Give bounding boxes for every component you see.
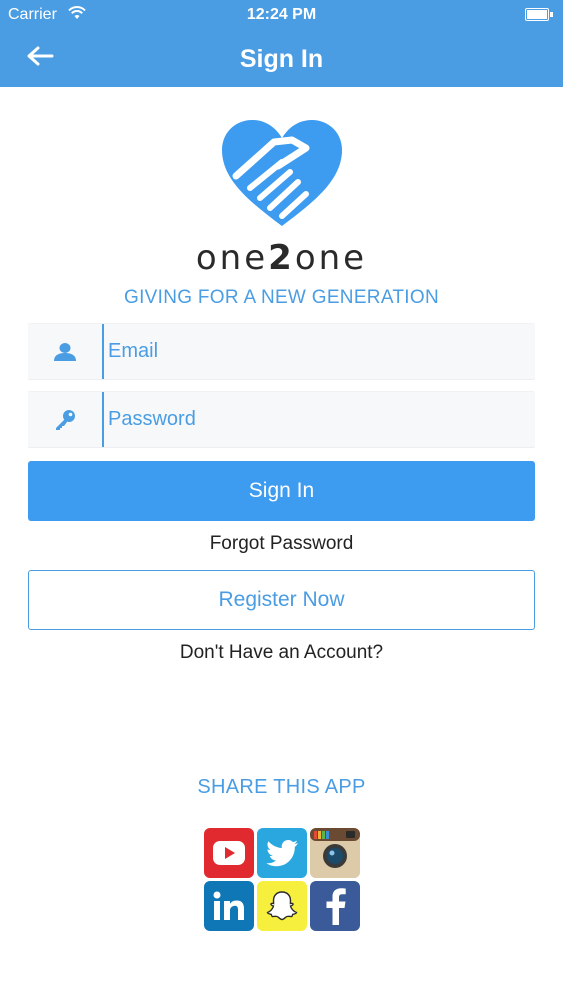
brand-name: one2one xyxy=(0,238,563,278)
password-input[interactable] xyxy=(108,392,528,447)
email-field-container xyxy=(28,324,535,379)
no-account-text: Don't Have an Account? xyxy=(179,642,384,663)
password-field-container xyxy=(28,392,535,447)
register-button[interactable]: Register Now xyxy=(28,570,535,630)
brand-name-number: 2 xyxy=(268,238,295,278)
email-field-divider xyxy=(102,324,104,379)
social-share-grid xyxy=(204,828,360,932)
youtube-icon[interactable] xyxy=(204,828,254,878)
clock: 12:24 PM xyxy=(246,6,317,23)
share-title: SHARE THIS APP xyxy=(197,776,366,798)
key-icon xyxy=(28,392,102,447)
signin-button[interactable]: Sign In xyxy=(28,461,535,521)
battery-icon xyxy=(525,8,553,21)
nav-bar: Sign In xyxy=(0,30,563,87)
brand-name-suffix: one xyxy=(294,238,368,278)
email-input[interactable] xyxy=(108,324,528,379)
logo xyxy=(0,118,563,230)
heart-handshake-icon xyxy=(221,120,342,226)
user-icon xyxy=(28,324,102,379)
snapchat-icon[interactable] xyxy=(257,881,307,931)
password-field-divider xyxy=(102,392,104,447)
page-title: Sign In xyxy=(239,45,324,73)
linkedin-icon[interactable] xyxy=(204,881,254,931)
tagline: GIVING FOR A NEW GENERATION xyxy=(124,287,439,308)
brand-name-prefix: one xyxy=(195,238,269,278)
facebook-icon[interactable] xyxy=(310,881,360,931)
twitter-icon[interactable] xyxy=(257,828,307,878)
instagram-icon[interactable] xyxy=(310,828,360,878)
status-bar: Carrier 12:24 PM xyxy=(0,0,563,30)
forgot-password-link[interactable]: Forgot Password xyxy=(0,533,563,555)
